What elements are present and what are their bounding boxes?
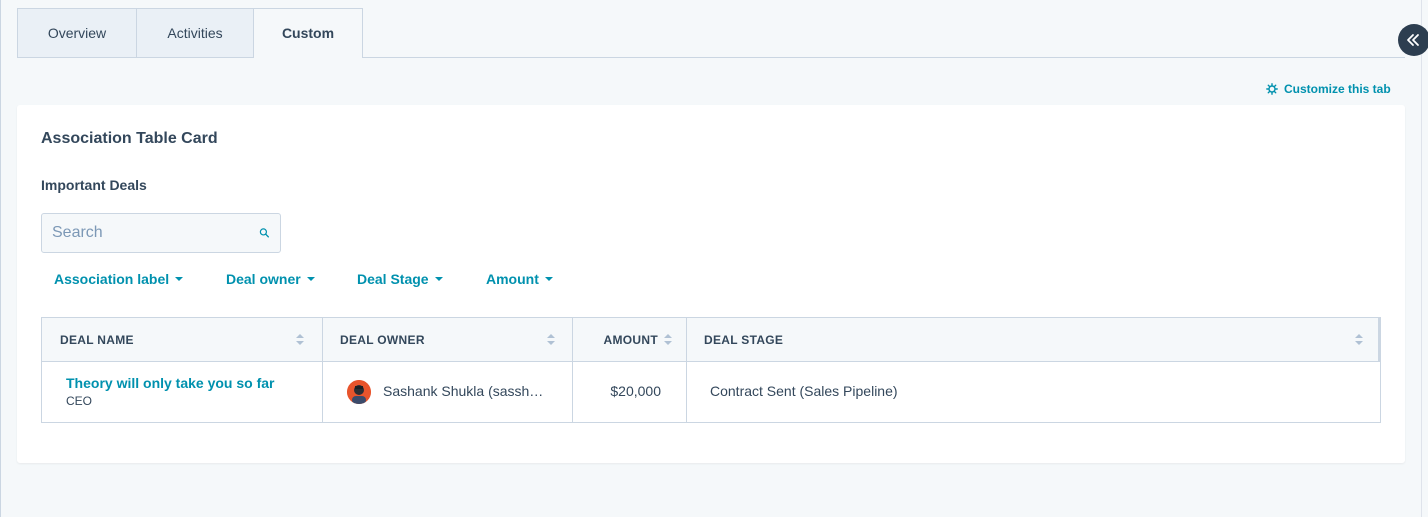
search-icon[interactable] [259,223,270,243]
filter-deal-stage[interactable]: Deal Stage [357,271,443,287]
column-header-amount[interactable]: AMOUNT [573,318,687,361]
caret-down-icon [175,277,184,281]
filter-deal-owner[interactable]: Deal owner [226,271,315,287]
filter-label: Amount [486,271,539,287]
caret-down-icon [434,277,443,281]
deal-name-link[interactable]: Theory will only take you so far [66,375,275,391]
association-table-card: Association Table Card Important Deals A… [17,105,1405,463]
tab-label: Overview [47,25,107,41]
deal-stage-value: Contract Sent (Sales Pipeline) [710,383,898,399]
amount-value: $20,000 [610,383,661,399]
column-header-deal-stage[interactable]: DEAL STAGE [687,318,1380,361]
column-header-label: AMOUNT [603,332,658,347]
customize-tab-link[interactable]: Customize this tab [1266,80,1391,98]
collapse-sidebar-button[interactable] [1398,24,1428,56]
customize-tab-label: Customize this tab [1284,82,1391,96]
column-header-deal-name[interactable]: DEAL NAME [42,318,323,361]
sort-icon [547,333,555,347]
cell-deal-name: Theory will only take you so far CEO [42,362,323,422]
cell-amount: $20,000 [573,362,687,422]
cell-deal-stage: Contract Sent (Sales Pipeline) [687,362,1380,422]
column-header-label: DEAL STAGE [704,332,784,347]
filter-label: Deal Stage [357,271,429,287]
avatar [347,380,371,404]
search-input[interactable] [52,224,259,242]
caret-down-icon [544,277,553,281]
filter-label: Deal owner [226,271,301,287]
tab-bar: Overview Activities Custom [17,8,363,58]
tab-activities[interactable]: Activities [137,8,254,58]
left-edge-divider [0,0,1,517]
sort-icon [296,333,304,347]
tab-custom[interactable]: Custom [254,8,363,58]
card-title: Association Table Card [41,130,218,147]
owner-name: Sashank Shukla (sassh… [383,383,544,399]
deal-association-label: CEO [66,394,93,408]
column-header-label: DEAL NAME [60,332,134,347]
sort-icon [1355,333,1363,347]
search-box [41,213,281,253]
deals-table: DEAL NAME DEAL OWNER AMOUNT DEAL STAGE T… [41,317,1381,423]
avatar-image [347,380,371,404]
section-title: Important Deals [41,177,147,193]
tab-underline [362,57,1405,58]
filter-label: Association label [54,271,170,287]
sort-icon [664,333,672,347]
table-header: DEAL NAME DEAL OWNER AMOUNT DEAL STAGE [42,318,1380,362]
tab-overview[interactable]: Overview [17,8,137,58]
column-header-label: DEAL OWNER [340,332,425,347]
tab-label: Activities [167,25,223,41]
double-chevron-left-icon [1407,34,1419,46]
caret-down-icon [306,277,315,281]
filter-association-label[interactable]: Association label [54,271,184,287]
cell-deal-owner: Sashank Shukla (sassh… [323,362,573,422]
column-header-deal-owner[interactable]: DEAL OWNER [323,318,573,361]
filter-amount[interactable]: Amount [486,271,553,287]
gear-icon [1266,83,1278,95]
tab-label: Custom [281,25,335,41]
right-edge-divider [1421,0,1422,517]
